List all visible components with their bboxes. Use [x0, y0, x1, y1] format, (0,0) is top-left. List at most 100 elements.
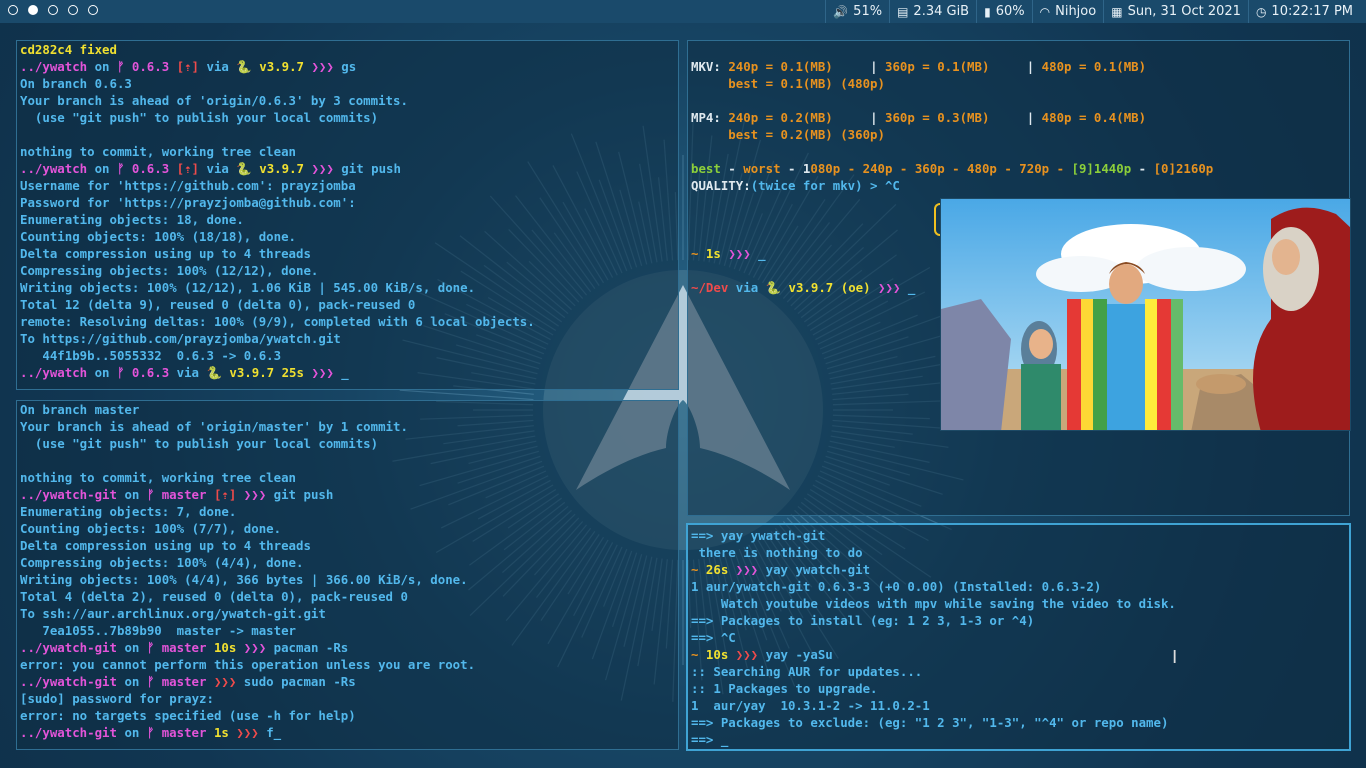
terminal-line: Compressing objects: 100% (4/4), done.	[20, 554, 475, 571]
terminal-text-segment: ~	[691, 647, 706, 662]
terminal-text-segment: via	[728, 280, 766, 295]
terminal-line: :: 1 Packages to upgrade.	[691, 680, 1176, 697]
terminal-line: Total 12 (delta 9), reused 0 (delta 0), …	[20, 296, 535, 313]
terminal-text-segment: - 1	[780, 161, 811, 176]
terminal-text-segment: On branch master	[20, 402, 140, 417]
terminal-text-segment: ᚠ 0.6.3	[116, 59, 177, 74]
terminal-line: cd282c4 fixed	[20, 41, 535, 58]
terminal-text-segment: error: you cannot perform this operation…	[20, 657, 476, 672]
terminal-text-segment: via	[176, 365, 207, 380]
terminal-text-segment: Delta compression using up to 4 threads	[20, 246, 311, 261]
memory-value: 2.34 GiB	[913, 4, 970, 19]
terminal-text-segment: cd282c4 fixed	[20, 42, 117, 57]
volume-value: 51%	[853, 4, 883, 19]
terminal-line: Your branch is ahead of 'origin/master' …	[20, 418, 475, 435]
terminal-text-segment: ~/Dev	[691, 280, 729, 295]
terminal-text-segment: nothing to commit, working tree clean	[20, 144, 297, 159]
terminal-text-segment: (use "git push" to publish your local co…	[20, 110, 379, 125]
terminal-text-segment: ../ywatch	[20, 161, 88, 176]
terminal-text-segment: To https://github.com/prayzjomba/ywatch.…	[20, 331, 341, 346]
clock-module[interactable]: ◷ 10:22:17 PM	[1247, 0, 1360, 23]
terminal-text-segment: 🐍 v3.9.7	[236, 161, 312, 176]
volume-module[interactable]: 🔊 51%	[825, 0, 889, 23]
terminal-line: ../ywatch-git on ᚠ master 10s ❯❯❯ pacman…	[20, 639, 475, 656]
terminal-text-segment: ❯❯❯	[735, 562, 766, 577]
terminal-text-segment: worst	[743, 161, 781, 176]
terminal-text-segment: MKV:	[691, 59, 729, 74]
terminal-text-segment: 1s	[213, 725, 237, 740]
terminal-line: 44f1b9b..5055332 0.6.3 -> 0.6.3	[20, 347, 535, 364]
terminal-text-segment: nothing to commit, working tree clean	[20, 470, 297, 485]
terminal-line: Your branch is ahead of 'origin/0.6.3' b…	[20, 92, 535, 109]
terminal-text-segment: ../ywatch-git	[20, 725, 117, 740]
terminal-text-segment: ../ywatch-git	[20, 487, 117, 502]
workspace-2-button[interactable]	[28, 5, 38, 15]
date-module[interactable]: ▦ Sun, 31 Oct 2021	[1103, 0, 1248, 23]
terminal-text-segment: ==> Packages to install (eg: 1 2 3, 1-3 …	[691, 613, 1035, 628]
terminal-text-segment: Password for 'https://prayzjomba@github.…	[20, 195, 356, 210]
terminal-text-segment: ❯❯❯	[311, 365, 342, 380]
terminal-line: Compressing objects: 100% (12/12), done.	[20, 262, 535, 279]
terminal-text-segment: -	[1131, 161, 1154, 176]
terminal-text-segment: git push	[273, 487, 334, 502]
terminal-text-segment: on	[116, 674, 147, 689]
terminal-text-segment: :: 1 Packages to upgrade.	[691, 681, 878, 696]
terminal-text-segment: 1 aur/yay 10.3.1-2 -> 11.0.2-1	[691, 698, 930, 713]
terminal-bottom-left[interactable]: On branch master Your branch is ahead of …	[16, 400, 679, 750]
terminal-text-segment: ../ywatch-git	[20, 674, 117, 689]
terminal-text-segment: via	[199, 59, 237, 74]
terminal-line: ==> Packages to exclude: (eg: "1 2 3", "…	[691, 714, 1176, 731]
wifi-module[interactable]: ◠ Nihjoo	[1031, 0, 1104, 23]
terminal-line: ../ywatch on ᚠ 0.6.3 [⇡] via 🐍 v3.9.7 ❯❯…	[20, 160, 535, 177]
terminal-line: On branch 0.6.3	[20, 75, 535, 92]
terminal-text-segment: Username for 'https://github.com': prayz…	[20, 178, 356, 193]
terminal-line: Watch youtube videos with mpv while savi…	[691, 595, 1176, 612]
terminal-line: Counting objects: 100% (18/18), done.	[20, 228, 535, 245]
terminal-text-segment: _	[341, 365, 349, 380]
terminal-text-segment: 🐍 v3.9.7	[236, 59, 312, 74]
terminal-text-segment: error: no targets specified (use -h for …	[20, 708, 356, 723]
terminal-text-segment: ❯❯❯	[213, 674, 244, 689]
terminal-line: best - worst - 1080p - 240p - 360p - 480…	[691, 160, 1213, 177]
workspace-1-button[interactable]	[8, 5, 18, 15]
terminal-text-segment: ᚠ master	[146, 640, 214, 655]
wifi-value: Nihjoo	[1055, 4, 1097, 19]
terminal-text-segment: [9]1440p	[1071, 161, 1132, 176]
terminal-text-segment: 10s	[705, 647, 736, 662]
workspace-3-button[interactable]	[48, 5, 58, 15]
clock-icon: ◷	[1255, 4, 1267, 19]
terminal-text-segment: ==> _	[691, 732, 729, 747]
terminal-line: 1 aur/yay 10.3.1-2 -> 11.0.2-1	[691, 697, 1176, 714]
terminal-text-segment: ~	[691, 246, 706, 261]
terminal-text-segment: ../ywatch	[20, 59, 88, 74]
terminal-text-segment: Your branch is ahead of 'origin/master' …	[20, 419, 408, 434]
date-value: Sun, 31 Oct 2021	[1127, 4, 1241, 19]
terminal-text-segment: 🐍 v3.9.7	[765, 280, 841, 295]
status-modules: 🔊 51% ▤ 2.34 GiB ▮ 60% ◠ Nihjoo ▦ Sun, 3…	[825, 0, 1360, 23]
workspace-5-button[interactable]	[88, 5, 98, 15]
terminal-line: :: Searching AUR for updates...	[691, 663, 1176, 680]
terminal-text-segment: ==> Packages to exclude: (eg: "1 2 3", "…	[691, 715, 1169, 730]
terminal-text-segment: [sudo] password for prayz:	[20, 691, 214, 706]
terminal-bottom-right[interactable]: ==> yay ywatch-git there is nothing to d…	[686, 523, 1351, 751]
terminal-text-segment: 1 aur/ywatch-git 0.6.3-3 (+0 0.00) (Inst…	[691, 579, 1102, 594]
terminal-text-segment: ❯❯❯	[236, 725, 267, 740]
terminal-text-segment: ❯❯❯	[735, 647, 766, 662]
terminal-line: there is nothing to do	[691, 544, 1176, 561]
terminal-text-segment: yay ywatch-git	[765, 562, 871, 577]
terminal-line: ==> ^C	[691, 629, 1176, 646]
terminal-line: error: you cannot perform this operation…	[20, 656, 475, 673]
calendar-icon: ▦	[1111, 4, 1123, 19]
terminal-text-segment: ᚠ master	[146, 725, 214, 740]
terminal-text-segment: (twice for mkv) > ^C	[750, 178, 900, 193]
terminal-text-segment: ❯❯❯	[311, 59, 342, 74]
terminal-top-left[interactable]: cd282c4 fixed ../ywatch on ᚠ 0.6.3 [⇡] vi…	[16, 40, 679, 390]
terminal-text-segment: 25s	[281, 365, 312, 380]
mpv-video-window[interactable]	[940, 198, 1351, 431]
terminal-line: Total 4 (delta 2), reused 0 (delta 0), p…	[20, 588, 475, 605]
terminal-text-segment: Writing objects: 100% (4/4), 366 bytes |…	[20, 572, 468, 587]
workspace-4-button[interactable]	[68, 5, 78, 15]
terminal-text-segment: ~	[691, 562, 706, 577]
terminal-text-segment: remote: Resolving deltas: 100% (9/9), co…	[20, 314, 535, 329]
terminal-text-segment: git push	[341, 161, 401, 176]
